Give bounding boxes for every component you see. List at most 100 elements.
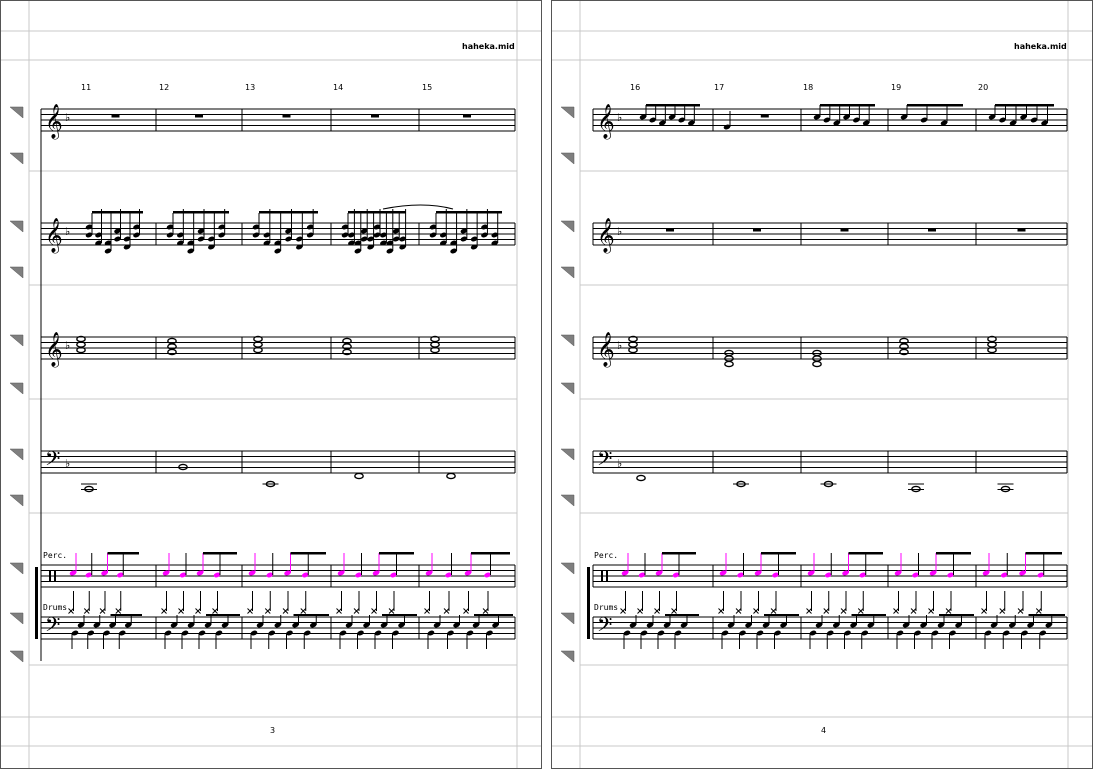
- whole-note: [446, 472, 456, 480]
- note-beam: [290, 552, 326, 555]
- note-beam: [471, 552, 510, 555]
- treble-clef: 𝄞: [597, 218, 615, 254]
- cymbal-note: [1017, 591, 1024, 614]
- note-beam: [379, 552, 414, 555]
- note-beam: [92, 211, 143, 214]
- staff: [40, 564, 516, 588]
- note-beam: [259, 211, 318, 214]
- bass-clef: 𝄢: [597, 613, 612, 641]
- cymbal-note: [264, 591, 271, 614]
- key-flat: ♭: [65, 457, 70, 470]
- cymbal-note: [482, 591, 489, 614]
- note-beam: [1025, 552, 1062, 555]
- percussion-clef: [54, 571, 56, 581]
- rest: [753, 228, 761, 232]
- triangle-handle-icon: [560, 494, 575, 507]
- key-flat: ♭: [617, 225, 622, 238]
- whole-note: [354, 472, 364, 480]
- cymbal-note: [735, 591, 742, 614]
- cymbal-note: [371, 591, 377, 614]
- key-flat: ♭: [65, 339, 70, 352]
- triangle-handle-icon: [560, 106, 575, 119]
- note-beam: [173, 211, 229, 214]
- treble-clef: 𝄞: [597, 104, 615, 140]
- cymbal-note: [928, 591, 934, 614]
- note-beam: [293, 614, 329, 616]
- treble-clef: 𝄞: [45, 332, 63, 368]
- note-beam: [665, 614, 699, 616]
- percussion-clef: [49, 571, 51, 581]
- staff: 𝄞 ♭: [40, 104, 516, 140]
- rest: [1017, 228, 1026, 232]
- cymbal-note: [671, 591, 677, 614]
- treble-clef: 𝄞: [45, 104, 63, 140]
- triangle-handle-icon: [9, 106, 24, 119]
- note-beam: [995, 104, 1054, 107]
- cymbal-note: [83, 591, 90, 614]
- note-beam: [761, 552, 796, 555]
- note-beam: [348, 211, 406, 214]
- cymbal-note: [212, 591, 218, 614]
- rest: [463, 114, 471, 118]
- cymbal-note: [770, 591, 777, 614]
- cymbal-note: [718, 591, 724, 614]
- staff: 𝄢 ♭: [592, 447, 1068, 475]
- cymbal-note: [981, 591, 987, 614]
- cymbal-note: [620, 591, 626, 614]
- cymbal-note: [999, 591, 1006, 614]
- triangle-handle-icon: [9, 650, 24, 663]
- cymbal-note: [463, 591, 469, 614]
- cymbal-note: [806, 591, 812, 614]
- rest: [928, 228, 936, 232]
- cymbal-note: [910, 591, 917, 614]
- triangle-handle-icon: [9, 220, 24, 233]
- rest: [371, 114, 379, 118]
- note-beam: [662, 552, 696, 555]
- triangle-handle-icon: [9, 448, 24, 461]
- note-beam: [110, 614, 142, 616]
- triangle-handle-icon: [560, 220, 575, 233]
- score-page-3: haheka.mid 11 12 13 14 15 Perc. Drums 3 …: [0, 0, 542, 769]
- tie: [382, 204, 454, 210]
- triangle-handle-icon: [560, 334, 575, 347]
- rest: [666, 228, 674, 232]
- cymbal-note: [68, 591, 74, 614]
- note-beam: [206, 614, 240, 616]
- triangle-handle-icon: [9, 494, 24, 507]
- triangle-handle-icon: [560, 562, 575, 575]
- rest: [195, 114, 203, 118]
- note-beam: [474, 614, 513, 616]
- whole-note: [724, 360, 734, 368]
- cymbal-note: [753, 591, 759, 614]
- cymbal-note: [161, 591, 167, 614]
- cymbal-note: [823, 591, 830, 614]
- group-bracket: [35, 567, 38, 639]
- key-flat: ♭: [617, 339, 622, 352]
- cymbal-note: [637, 591, 643, 614]
- cymbal-note: [424, 591, 430, 614]
- bass-clef: 𝄢: [45, 613, 60, 641]
- cymbal-note: [388, 591, 395, 614]
- whole-note: [812, 360, 822, 368]
- note-beam: [848, 552, 883, 555]
- key-flat: ♭: [617, 457, 622, 470]
- key-flat: ♭: [65, 111, 70, 124]
- percussion-clef: [606, 571, 608, 581]
- staff: 𝄢 ♭: [40, 447, 516, 475]
- cymbal-note: [654, 591, 660, 614]
- note-beam: [382, 614, 417, 616]
- score-canvas: 𝄞 ♭𝄞 ♭𝄞 ♭𝄢 ♭𝄢: [552, 1, 1092, 768]
- triangle-handle-icon: [9, 334, 24, 347]
- cymbal-note: [945, 591, 952, 614]
- cymbal-note: [99, 591, 106, 614]
- rest: [282, 114, 291, 118]
- note-beam: [764, 614, 799, 616]
- staff: 𝄞 ♭: [40, 332, 516, 368]
- bass-clef: 𝄢: [597, 447, 612, 475]
- cymbal-note: [840, 591, 847, 614]
- cymbal-note: [443, 591, 450, 614]
- triangle-handle-icon: [560, 448, 575, 461]
- note-beam: [939, 614, 974, 616]
- note-beam: [907, 104, 963, 107]
- triangle-handle-icon: [560, 650, 575, 663]
